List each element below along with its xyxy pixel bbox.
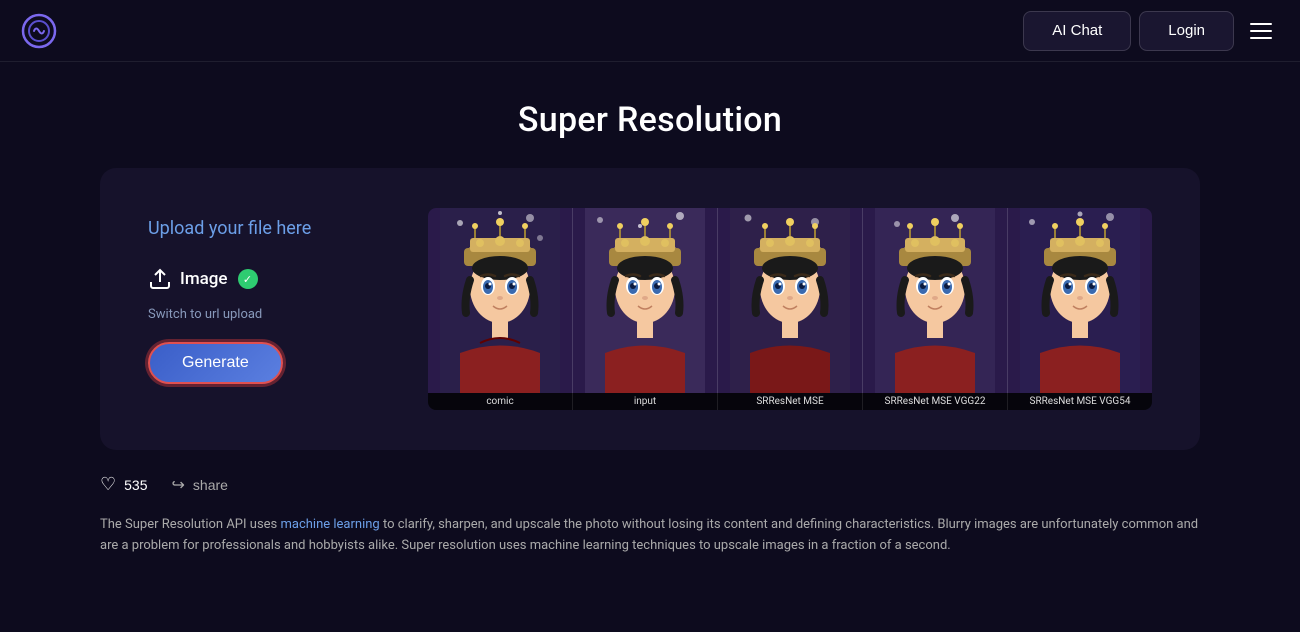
ai-chat-button[interactable]: AI Chat: [1023, 11, 1131, 51]
panel-srresnet-mse: [718, 208, 863, 393]
login-button[interactable]: Login: [1139, 11, 1234, 51]
upload-icon: [148, 267, 172, 291]
panel-srresnet-vgg22: [863, 208, 1008, 393]
share-label: share: [193, 477, 228, 493]
machine-learning-link[interactable]: machine learning: [280, 517, 379, 532]
main-content: Upload your file here Image ✓ Switch to …: [0, 168, 1300, 573]
upload-label: Upload your file here: [148, 218, 311, 239]
header-right: AI Chat Login: [1023, 11, 1280, 51]
panel-input: [573, 208, 718, 393]
share-icon: ↪: [172, 475, 185, 495]
image-panels: [428, 208, 1152, 393]
bottom-section: ♡ 535 ↪ share The Super Resolution API u…: [100, 450, 1200, 573]
label-srresnet-mse: SRResNet MSE: [718, 393, 863, 410]
like-count: 535: [124, 477, 147, 493]
logo-icon[interactable]: [20, 12, 58, 50]
label-input: input: [573, 393, 718, 410]
page-title-section: Super Resolution: [0, 62, 1300, 168]
label-comic: comic: [428, 393, 573, 410]
image-label-bar: comic input SRResNet MSE SRResNet MSE VG…: [428, 393, 1152, 410]
description-before-link: The Super Resolution API uses: [100, 517, 280, 532]
header: AI Chat Login: [0, 0, 1300, 62]
like-button[interactable]: ♡ 535: [100, 474, 148, 495]
label-srresnet-vgg22: SRResNet MSE VGG22: [863, 393, 1008, 410]
main-card: Upload your file here Image ✓ Switch to …: [100, 168, 1200, 450]
panel-comic: [428, 208, 573, 393]
left-panel: Upload your file here Image ✓ Switch to …: [148, 208, 368, 384]
right-panel: comic input SRResNet MSE SRResNet MSE VG…: [428, 208, 1152, 410]
image-strip-container: comic input SRResNet MSE SRResNet MSE VG…: [428, 208, 1152, 410]
share-button[interactable]: ↪ share: [172, 475, 228, 495]
page-title: Super Resolution: [0, 100, 1300, 140]
generate-button[interactable]: Generate: [148, 342, 283, 384]
header-left: [20, 12, 58, 50]
upload-check-icon: ✓: [238, 269, 258, 289]
url-switch-link[interactable]: Switch to url upload: [148, 307, 262, 322]
panel-srresnet-vgg54: [1008, 208, 1152, 393]
upload-icon-box[interactable]: Image: [148, 267, 228, 291]
image-label: Image: [180, 269, 228, 289]
menu-button[interactable]: [1242, 15, 1280, 47]
description-text: The Super Resolution API uses machine le…: [100, 515, 1200, 557]
like-share-row: ♡ 535 ↪ share: [100, 474, 1200, 495]
heart-icon: ♡: [100, 474, 116, 495]
image-upload-row: Image ✓: [148, 267, 258, 291]
label-srresnet-vgg54: SRResNet MSE VGG54: [1008, 393, 1152, 410]
